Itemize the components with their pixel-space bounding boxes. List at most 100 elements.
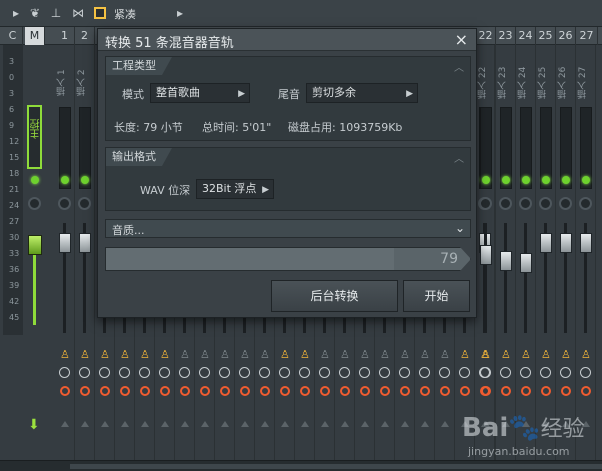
background-render-button[interactable]: 后台转换 <box>271 280 398 312</box>
fx-bell-icon[interactable]: ♙ <box>561 348 571 361</box>
fx-bell-icon[interactable]: ♙ <box>300 348 310 361</box>
route-arrow-icon[interactable] <box>401 421 409 427</box>
record-ring-icon[interactable] <box>541 386 551 396</box>
route-arrow-icon[interactable] <box>381 421 389 427</box>
route-arrow-icon[interactable] <box>281 421 289 427</box>
strip-led-icon[interactable] <box>522 176 530 184</box>
volume-fader[interactable] <box>540 233 552 253</box>
fx-bell-icon[interactable]: ♙ <box>260 348 270 361</box>
volume-fader[interactable] <box>59 233 71 253</box>
record-ring-icon[interactable] <box>420 386 430 396</box>
fx-bell-icon[interactable]: ♙ <box>320 348 330 361</box>
volume-fader[interactable] <box>500 251 512 271</box>
record-ring-icon[interactable] <box>100 386 110 396</box>
quality-collapse-header[interactable]: 音质... ⌄ <box>105 219 471 238</box>
start-button[interactable]: 开始 <box>403 280 470 312</box>
route-arrow-icon[interactable] <box>241 421 249 427</box>
record-ring-icon[interactable] <box>440 386 450 396</box>
fx-bell-icon[interactable]: ♙ <box>60 348 70 361</box>
clock-icon[interactable] <box>540 367 551 378</box>
bowtie-icon[interactable]: ⋈ <box>70 5 86 21</box>
record-ring-icon[interactable] <box>561 386 571 396</box>
clock-icon[interactable] <box>379 367 390 378</box>
header-cell-24[interactable]: 24 <box>516 27 536 45</box>
record-ring-icon[interactable] <box>521 386 531 396</box>
chevron-up-icon[interactable]: ︿ <box>454 59 464 74</box>
clock-icon[interactable] <box>299 367 310 378</box>
mixer-strip[interactable]: 插入 24 ♙ <box>516 45 536 460</box>
route-arrow-icon[interactable] <box>81 421 89 427</box>
tail-select[interactable]: 剪切多余 ▶ <box>306 83 418 103</box>
clock-icon[interactable] <box>179 367 190 378</box>
header-cell-27[interactable]: 27 <box>576 27 598 45</box>
master-volume-fader[interactable] <box>28 235 42 255</box>
header-cell-22[interactable]: 22 <box>476 27 496 45</box>
bird-icon[interactable]: ❦ <box>27 5 43 21</box>
record-ring-icon[interactable] <box>220 386 230 396</box>
record-ring-icon[interactable] <box>360 386 370 396</box>
fx-bell-icon[interactable]: ♙ <box>581 348 591 361</box>
clock-icon[interactable] <box>580 367 591 378</box>
volume-fader[interactable] <box>520 253 532 273</box>
record-ring-icon[interactable] <box>200 386 210 396</box>
fx-bell-icon[interactable]: ♙ <box>501 348 511 361</box>
record-ring-icon[interactable] <box>280 386 290 396</box>
pan-knob[interactable] <box>78 197 91 210</box>
record-ring-icon[interactable] <box>320 386 330 396</box>
volume-fader[interactable] <box>580 233 592 253</box>
strip-led-icon[interactable] <box>582 176 590 184</box>
record-ring-icon[interactable] <box>80 386 90 396</box>
pan-knob[interactable] <box>559 197 572 210</box>
clock-icon[interactable] <box>439 367 450 378</box>
pan-knob[interactable] <box>479 197 492 210</box>
route-arrow-icon[interactable] <box>221 421 229 427</box>
wav-depth-select[interactable]: 32Bit 浮点 ▶ <box>196 179 274 199</box>
pan-knob[interactable] <box>58 197 71 210</box>
horizontal-scrollbar[interactable] <box>70 464 602 469</box>
clock-icon[interactable] <box>520 367 531 378</box>
mode-select[interactable]: 整首歌曲 ▶ <box>150 83 250 103</box>
pan-knob[interactable] <box>519 197 532 210</box>
fx-bell-icon[interactable]: ♙ <box>360 348 370 361</box>
fx-bell-icon[interactable]: ♙ <box>240 348 250 361</box>
mixer-strip[interactable]: 插入 2 ♙ <box>75 45 95 460</box>
record-ring-icon[interactable] <box>60 386 70 396</box>
master-led-icon[interactable] <box>31 176 39 184</box>
route-arrow-icon[interactable] <box>101 421 109 427</box>
record-ring-icon[interactable] <box>140 386 150 396</box>
header-cell-25[interactable]: 25 <box>536 27 556 45</box>
route-arrow-icon[interactable] <box>141 421 149 427</box>
fx-bell-icon[interactable]: ♙ <box>180 348 190 361</box>
header-cell-23[interactable]: 23 <box>496 27 516 45</box>
fx-bell-icon[interactable]: ♙ <box>521 348 531 361</box>
mixer-strip[interactable]: 插入 22 ♙ <box>476 45 496 460</box>
fx-bell-icon[interactable]: ♙ <box>380 348 390 361</box>
clock-icon[interactable] <box>259 367 270 378</box>
record-ring-icon[interactable] <box>380 386 390 396</box>
chevron-up-icon[interactable]: ︿ <box>454 150 464 165</box>
route-arrow-icon[interactable] <box>201 421 209 427</box>
route-arrow-icon[interactable] <box>181 421 189 427</box>
record-ring-icon[interactable] <box>340 386 350 396</box>
strip-led-icon[interactable] <box>542 176 550 184</box>
route-arrow-icon[interactable] <box>301 421 309 427</box>
mixer-strip[interactable]: 插入 27 ♙ <box>576 45 596 460</box>
clock-icon[interactable] <box>159 367 170 378</box>
fx-bell-icon[interactable]: ♙ <box>420 348 430 361</box>
fx-bell-icon[interactable]: ♙ <box>200 348 210 361</box>
record-ring-icon[interactable] <box>180 386 190 396</box>
clock-icon[interactable] <box>239 367 250 378</box>
fx-bell-icon[interactable]: ♙ <box>160 348 170 361</box>
record-ring-icon[interactable] <box>300 386 310 396</box>
clock-icon[interactable] <box>359 367 370 378</box>
clock-icon[interactable] <box>560 367 571 378</box>
route-arrow-icon[interactable] <box>441 421 449 427</box>
pan-knob[interactable] <box>539 197 552 210</box>
clock-icon[interactable] <box>480 367 491 378</box>
clock-icon[interactable] <box>339 367 350 378</box>
strip-led-icon[interactable] <box>502 176 510 184</box>
menu-arrow-icon[interactable]: ▸ <box>8 5 24 21</box>
fx-bell-icon[interactable]: ♙ <box>80 348 90 361</box>
route-arrow-icon[interactable] <box>161 421 169 427</box>
clock-icon[interactable] <box>59 367 70 378</box>
